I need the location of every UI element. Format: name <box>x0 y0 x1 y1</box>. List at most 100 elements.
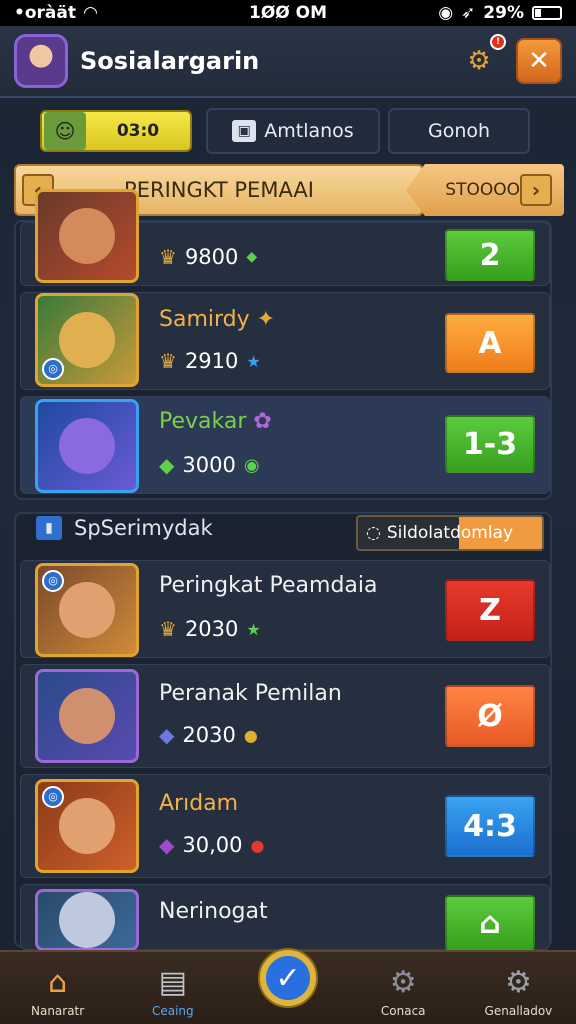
player-score: ♛ 2030 ★ <box>159 617 261 641</box>
player-face <box>59 418 115 474</box>
battery-icon <box>532 6 562 20</box>
player-score: ♛ 2910 ★ <box>159 349 261 373</box>
rank-value: 1-3 <box>462 426 518 462</box>
nav-home[interactable]: ⌂ Nanaratr <box>0 952 115 1024</box>
battery-percent: 29% <box>483 3 524 23</box>
crown-icon: ♛ <box>159 617 177 641</box>
nav-label: Ceaing <box>151 1004 194 1018</box>
gem-icon: ✿ <box>253 409 272 434</box>
tab-gonoh[interactable]: Gonoh <box>388 108 530 154</box>
leaf-icon: ◉ <box>243 454 260 476</box>
rank-badge: 2 <box>445 229 535 281</box>
banner-right-label: STOOOO <box>445 180 520 200</box>
nav-settings[interactable]: ⚙ Conaca <box>346 952 461 1024</box>
player-name: Samirdy ✦ <box>159 307 275 332</box>
page-title: Sosialargarin <box>80 47 260 75</box>
tab-amtlanos[interactable]: ▣ Amtlanos <box>206 108 380 154</box>
player-score: ◆ 3000 ◉ <box>159 453 260 477</box>
player-name: Nerinogat <box>159 899 268 924</box>
location-icon: ➶ <box>461 3 476 23</box>
search-icon: ◌ <box>366 523 381 543</box>
rank-value: Z <box>479 592 501 628</box>
player-avatar <box>35 399 139 493</box>
crown-icon: ♛ <box>159 245 177 269</box>
nav-label: Genalladov <box>484 1004 553 1018</box>
player-face <box>59 798 115 854</box>
tab-label: Gonoh <box>427 120 491 142</box>
wifi-icon: ◠ <box>84 3 98 23</box>
player-score: ♛ 9800 ◆ <box>159 245 257 269</box>
trophy-icon: ✦ <box>256 307 276 332</box>
rank-badge: ⌂ <box>445 895 535 951</box>
nav-list[interactable]: ▤ Ceaing <box>115 952 230 1024</box>
check-icon: ✓ <box>258 948 318 1008</box>
diamond-icon: ◆ <box>159 723 175 747</box>
timer-text: 03:0 <box>116 121 160 141</box>
tab-label: Amtlanos <box>264 120 354 142</box>
nav-label: Conaca <box>380 1004 426 1018</box>
score-value: 3000 <box>182 453 236 477</box>
score-value: 2030 <box>182 723 236 747</box>
settings-button[interactable]: ⚙ ! <box>456 34 506 84</box>
score-value: 2910 <box>184 349 239 373</box>
list-item[interactable]: Nerinogat ⌂ <box>20 884 550 951</box>
flag-icon: ▮ <box>36 516 62 540</box>
rank-value: 2 <box>479 237 501 273</box>
list-item[interactable]: ◎ Samirdy ✦ ♛ 2910 ★ A <box>20 292 550 390</box>
player-score: ◆ 2030 ● <box>159 723 258 747</box>
player-face <box>59 312 115 368</box>
app-header: Sosialargarin ⚙ ! ✕ <box>0 26 576 98</box>
star-icon: ★ <box>246 619 261 639</box>
star-icon: ★ <box>246 351 261 371</box>
list-item[interactable]: Pevakar ✿ ◆ 3000 ◉ 1-3 <box>20 396 550 494</box>
carrier-label: •oràät <box>14 3 76 23</box>
rank-badge: A <box>445 313 535 373</box>
player-avatar <box>35 889 139 951</box>
list-item[interactable]: ◎ Arıdam ◆ 30,00 ● 4:3 <box>20 774 550 878</box>
chevron-right-icon: › <box>531 178 541 202</box>
list-item[interactable]: ♛ 9800 ◆ 2 <box>20 189 550 286</box>
nav-more[interactable]: ⚙ Genalladov <box>461 952 576 1024</box>
player-avatar <box>35 189 139 283</box>
section-filter-pill[interactable]: ◌ Sildolatdomlay <box>356 515 544 551</box>
score-value: 9800 <box>184 245 239 269</box>
close-button[interactable]: ✕ <box>516 38 562 84</box>
player-avatar: ◎ <box>35 293 139 387</box>
character-icon: ☺ <box>44 112 86 150</box>
level-badge-icon: ◎ <box>42 786 64 808</box>
timer-pill[interactable]: ☺ 03:0 <box>40 110 192 152</box>
player-face <box>59 208 115 264</box>
rank-badge: 4:3 <box>445 795 535 857</box>
bottom-nav: ⌂ Nanaratr ▤ Ceaing ✓ ⚙ Conaca ⚙ Genalla… <box>0 948 576 1024</box>
section-title: SpSerimydak <box>74 516 213 540</box>
rank-value: A <box>478 325 502 361</box>
gear-icon: ⚙ <box>389 965 417 1000</box>
nav-center[interactable]: ✓ <box>230 948 345 1024</box>
player-name: Peranak Pemilan <box>159 681 342 706</box>
level-badge-icon: ◎ <box>42 358 64 380</box>
close-icon: ✕ <box>528 46 550 76</box>
player-avatar: ◎ <box>35 563 139 657</box>
section-header: ▮ SpSerimydak <box>36 516 213 540</box>
pill-label: Sildolatdomlay <box>386 523 514 543</box>
alarm-icon: ◉ <box>438 3 454 23</box>
player-name: Arıdam <box>159 791 239 816</box>
diamond-icon: ◆ <box>159 833 175 857</box>
notification-badge: ! <box>490 34 506 50</box>
player-name: Pevakar ✿ <box>159 409 272 434</box>
list-item[interactable]: ◎ Peringkat Peamdaia ♛ 2030 ★ Z <box>20 560 550 658</box>
rank-value: ⌂ <box>479 905 501 941</box>
player-score: ◆ 30,00 ● <box>159 833 264 857</box>
diamond-icon: ◆ <box>159 453 175 477</box>
player-avatar: ◎ <box>35 779 139 873</box>
ruby-icon: ● <box>250 835 265 855</box>
star-icon: ◆ <box>246 249 258 265</box>
settings-icon: ⚙ <box>504 965 532 1000</box>
next-arrow-button[interactable]: › <box>520 174 552 206</box>
player-face <box>59 892 115 948</box>
player-name-text: Pevakar <box>159 409 247 434</box>
score-value: 30,00 <box>182 833 243 857</box>
clock: 1ØØ OM <box>248 3 328 23</box>
profile-avatar[interactable] <box>14 34 68 88</box>
list-item[interactable]: Peranak Pemilan ◆ 2030 ● Ø <box>20 664 550 768</box>
